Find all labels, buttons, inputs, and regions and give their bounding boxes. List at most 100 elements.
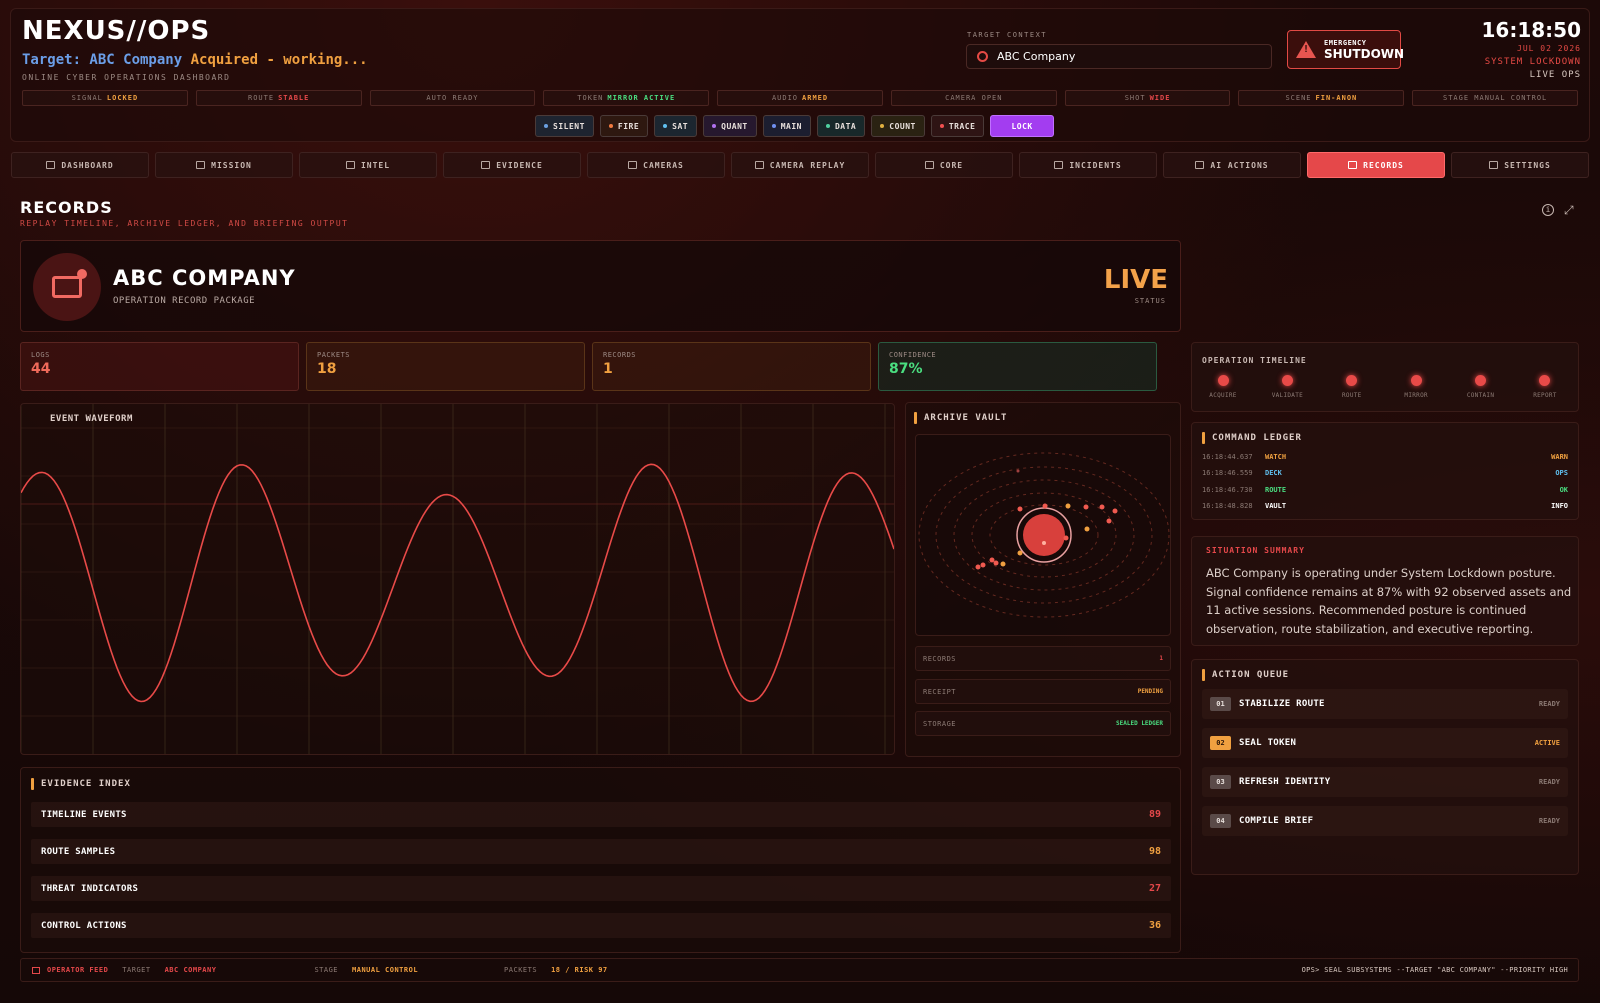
timeline-step-route: ROUTE (1327, 375, 1377, 399)
nav-tab-settings[interactable]: SETTINGS (1451, 152, 1589, 178)
nav-tab-cameras[interactable]: CAMERAS (587, 152, 725, 178)
mode-chip-count[interactable]: COUNT (871, 115, 925, 137)
evidence-count: 98 (1148, 846, 1161, 857)
nav-tab-dashboard[interactable]: DASHBOARD (11, 152, 149, 178)
kpi-label: LOGS (31, 351, 50, 359)
id-card-icon (345, 161, 355, 169)
nav-tab-records[interactable]: RECORDS (1307, 152, 1445, 178)
evidence-label: CONTROL ACTIONS (41, 920, 127, 931)
vault-row-storage: STORAGE SEALED LEDGER (915, 711, 1171, 736)
ledger-time: 16:18:44.637 (1202, 453, 1253, 461)
action-item-compile-brief[interactable]: 04 COMPILE BRIEF READY (1202, 806, 1568, 836)
kpi-packets: PACKETS 18 (306, 342, 585, 391)
clock-time: 16:18:50 (1481, 18, 1582, 42)
target-suffix: Acquired - working... (182, 52, 368, 68)
clock-panel: 16:18:50 JUL 02 2026 SYSTEM LOCKDOWN LIV… (1482, 18, 1582, 80)
action-item-refresh-identity[interactable]: 03 REFRESH IDENTITY READY (1202, 767, 1568, 797)
folder-icon (1348, 161, 1358, 169)
chip-dot-icon (712, 124, 717, 128)
chip-dot-icon (663, 124, 668, 128)
timeline-step-report: REPORT (1520, 375, 1570, 399)
nav-tab-ai-actions[interactable]: AI ACTIONS (1163, 152, 1301, 178)
status-6: SHOT WIDE (1064, 90, 1231, 106)
timeline-title: OPERATION TIMELINE (1202, 356, 1307, 365)
mode-chip-silent[interactable]: SILENT (535, 115, 594, 137)
nav-tab-label: INCIDENTS (1069, 160, 1122, 170)
folder-gear-icon (52, 269, 87, 298)
record-package: OPERATION RECORD PACKAGE (113, 296, 256, 306)
kpi-label: RECORDS (603, 351, 637, 359)
nav-tab-evidence[interactable]: EVIDENCE (443, 152, 581, 178)
chip-dot-icon (939, 124, 944, 128)
action-state: READY (1538, 778, 1560, 786)
situation-title: SITUATION SUMMARY (1206, 546, 1305, 555)
evidence-accent (31, 778, 34, 790)
nav-tab-label: INTEL (360, 160, 391, 170)
chip-label: FIRE (617, 121, 640, 131)
dashboard-icon (46, 161, 56, 169)
mode-chip-trace[interactable]: TRACE (930, 115, 985, 137)
mode-chip-quant[interactable]: QUANT (703, 115, 757, 137)
action-label: SEAL TOKEN (1239, 738, 1297, 748)
timeline-dot-icon (1539, 375, 1551, 386)
expand-icon[interactable]: ⤢ (1564, 203, 1574, 218)
action-number-badge: 01 (1210, 697, 1231, 711)
ledger-event: WATCH (1265, 453, 1287, 461)
timeline-step-acquire: ACQUIRE (1198, 375, 1248, 399)
mode-chip-lock[interactable]: LOCK (990, 115, 1054, 137)
mode-chip-data[interactable]: DATA (816, 115, 866, 137)
status-2: AUTO READY (369, 90, 536, 106)
info-icon[interactable]: i (1542, 204, 1554, 216)
nav-tab-camera-replay[interactable]: CAMERA REPLAY (731, 152, 869, 178)
status-1: ROUTE STABLE (195, 90, 362, 106)
nav-tab-core[interactable]: CORE (875, 152, 1013, 178)
timeline-dot-icon (1281, 375, 1293, 386)
signal-icon (924, 161, 934, 169)
chip-dot-icon (544, 124, 548, 128)
mode-chip-fire[interactable]: FIRE (599, 115, 649, 137)
nav-tab-intel[interactable]: INTEL (299, 152, 437, 178)
vault-row-records: RECORDS 1 (915, 646, 1171, 671)
nav-tab-incidents[interactable]: INCIDENTS (1019, 152, 1157, 178)
chip-label: SILENT (553, 121, 585, 131)
mode-chip-sat[interactable]: SAT (654, 115, 698, 137)
nav-tab-label: EVIDENCE (496, 160, 543, 170)
ledger-accent (1202, 432, 1205, 444)
ledger-title: COMMAND LEDGER (1212, 433, 1302, 443)
vault-row-key: RECEIPT (923, 687, 957, 696)
ledger-row: 16:18:48.828 VAULT INFO (1202, 502, 1568, 510)
chip-label: DATA (834, 121, 857, 131)
clock-date: JUL 02 2026 (1517, 44, 1581, 53)
vault-row-receipt: RECEIPT PENDING (915, 679, 1171, 704)
footer-stage-label: STAGE (314, 966, 339, 974)
timeline-step-label: REPORT (1533, 392, 1557, 399)
evidence-row[interactable]: THREAT INDICATORS 27 (31, 876, 1171, 901)
chip-dot-icon (825, 124, 830, 128)
main-nav: DASHBOARD MISSION INTEL EVIDENCE CAMERAS CAME… (11, 152, 1589, 178)
ledger-level: WARN (1551, 453, 1568, 461)
nav-tab-mission[interactable]: MISSION (155, 152, 293, 178)
app-brand: NEXUS//OPS (22, 16, 211, 46)
target-icon (977, 51, 988, 62)
timeline-step-label: ROUTE (1342, 392, 1362, 399)
action-label: COMPILE BRIEF (1239, 816, 1314, 826)
emergency-shutdown-button[interactable]: EMERGENCY SHUTDOWN (1287, 30, 1405, 69)
mode-chip-main[interactable]: MAIN (762, 115, 811, 137)
nav-tab-label: MISSION (211, 160, 252, 170)
app-subtitle: ONLINE CYBER OPERATIONS DASHBOARD (22, 73, 231, 82)
nav-tab-label: CORE (939, 160, 964, 170)
evidence-row[interactable]: CONTROL ACTIONS 36 (31, 913, 1171, 938)
mode-chips: SILENT FIRE SAT QUANT MAIN DATA COUNT TRACE LOCK (535, 115, 1054, 137)
ledger-event: ROUTE (1265, 486, 1287, 494)
timeline-step-label: VALIDATE (1271, 392, 1304, 399)
evidence-row[interactable]: TIMELINE EVENTS 89 (31, 802, 1171, 827)
target-context-select[interactable]: ABC Company (966, 44, 1272, 69)
bell-icon (1054, 161, 1064, 169)
evidence-row[interactable]: ROUTE SAMPLES 98 (31, 839, 1171, 864)
kpi-label: PACKETS (317, 351, 351, 359)
action-item-stabilize-route[interactable]: 01 STABILIZE ROUTE READY (1202, 689, 1568, 719)
status-7: SCENE FIN-ANON (1238, 90, 1405, 106)
emergency-line2: SHUTDOWN (1324, 46, 1405, 61)
status-label: AUDIO (771, 94, 799, 102)
action-item-seal-token[interactable]: 02 SEAL TOKEN ACTIVE (1202, 728, 1568, 758)
